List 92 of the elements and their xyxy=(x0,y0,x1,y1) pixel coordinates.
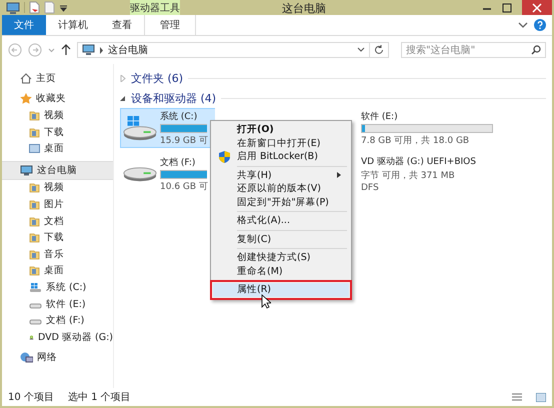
folder-icon xyxy=(29,232,40,244)
chevron-down-icon[interactable] xyxy=(518,21,528,29)
up-arrow-icon[interactable] xyxy=(61,44,71,56)
drive-name: 文档 (F:) xyxy=(160,156,196,168)
drive-name: 系统 (C:) xyxy=(160,110,198,122)
computer-icon xyxy=(20,164,33,176)
expander-icon xyxy=(120,94,126,102)
context-tab-header: 驱动器工具 xyxy=(130,0,180,15)
submenu-arrow-icon xyxy=(337,172,341,178)
menu-item[interactable]: 重命名(M) xyxy=(213,264,349,278)
close-icon xyxy=(532,2,542,12)
details-view-icon[interactable] xyxy=(512,392,522,402)
mouse-cursor-icon xyxy=(261,294,271,308)
computer-icon xyxy=(82,44,95,56)
selection-count: 选中 1 个项目 xyxy=(68,390,131,404)
free-space-label: 7.8 GB 可用，共 18.0 GB xyxy=(361,134,470,146)
menu-item[interactable]: 创建快捷方式(S) xyxy=(213,251,349,264)
sidebar-item[interactable]: 图片 xyxy=(2,196,113,213)
sidebar-item[interactable]: 系统 (C:) xyxy=(2,279,113,296)
folder-icon xyxy=(29,216,40,227)
menu-item[interactable]: 打开(O) xyxy=(213,123,349,136)
sidebar-item[interactable]: 收藏夹 xyxy=(2,90,113,108)
network-icon xyxy=(20,352,33,364)
expander-icon xyxy=(120,74,126,82)
document-icon[interactable] xyxy=(29,1,40,14)
ribbon-tab[interactable]: 计算机 xyxy=(46,15,100,35)
menu-item[interactable]: 共享(H) xyxy=(213,168,349,182)
sidebar-item[interactable]: 桌面 xyxy=(2,262,113,280)
drive-name: VD 驱动器 (G:) UEFI+BIOS xyxy=(361,156,476,168)
sidebar-item[interactable]: 下载 xyxy=(2,124,113,140)
folder-icon xyxy=(29,198,40,210)
drive-name: 软件 (E:) xyxy=(361,110,398,122)
sidebar-item[interactable]: 桌面 xyxy=(2,140,113,157)
drive-tile[interactable]: 软件 (E:) 7.8 GB 可用，共 18.0 GB xyxy=(360,108,545,148)
usage-bar xyxy=(160,170,207,178)
menu-item[interactable]: 还原以前的版本(V) xyxy=(213,182,349,196)
folder-icon xyxy=(29,182,40,194)
sidebar-item[interactable]: 文档 (F:) xyxy=(2,312,113,329)
sidebar-item[interactable]: 视频 xyxy=(2,107,113,124)
menu-item[interactable]: 格式化(A)... xyxy=(213,214,349,228)
group-header[interactable]: 文件夹 (6) xyxy=(120,68,546,88)
menu-item[interactable]: 复制(C) xyxy=(213,232,349,246)
computer-icon[interactable] xyxy=(6,2,20,14)
sidebar-item[interactable]: DVD 驱动器 (G:) xyxy=(2,328,113,346)
sidebar-item[interactable]: 主页 xyxy=(2,70,113,87)
tiles-view-icon[interactable] xyxy=(536,392,546,402)
search-icon xyxy=(531,45,541,55)
home-icon xyxy=(20,72,32,84)
maximize-icon[interactable] xyxy=(502,2,512,12)
sidebar-item[interactable]: 文档 xyxy=(2,212,113,230)
menu-item[interactable]: 固定到"开始"屏幕(P) xyxy=(213,196,349,209)
dropdown-icon[interactable] xyxy=(59,4,68,12)
drive-tile[interactable]: 文档 (F:) 10.6 GB 可 xyxy=(120,154,215,194)
sidebar-item[interactable]: 这台电脑 xyxy=(2,160,113,180)
ribbon-tab[interactable]: 查看 xyxy=(100,15,144,35)
sidebar-item[interactable]: 视频 xyxy=(2,180,113,196)
folder-icon xyxy=(29,248,40,260)
folder-icon xyxy=(29,265,40,276)
file-system-label: DFS xyxy=(361,183,379,193)
drive-icon xyxy=(29,282,42,293)
window-title: 这台电脑 xyxy=(282,1,326,16)
ribbon-tab[interactable]: 文件 xyxy=(2,15,46,35)
free-space-label: 10.6 GB 可 xyxy=(160,180,208,192)
sidebar-item[interactable]: 软件 (E:) xyxy=(2,296,113,312)
ribbon-tab[interactable]: 管理 xyxy=(144,15,196,35)
star-icon xyxy=(20,93,32,104)
drive-tile[interactable]: 系统 (C:) 15.9 GB 可 xyxy=(120,108,215,148)
sidebar-item[interactable]: 网络 xyxy=(2,350,113,366)
menu-item[interactable]: 在新窗口中打开(E) xyxy=(213,136,349,150)
drive-tile[interactable]: VD 驱动器 (G:) UEFI+BIOS 字节 可用，共 371 MB DFS xyxy=(360,154,545,194)
help-icon[interactable] xyxy=(534,19,546,31)
folder-icon xyxy=(29,110,40,121)
close-button[interactable] xyxy=(522,0,552,15)
group-header[interactable]: 设备和驱动器 (4) xyxy=(120,88,546,108)
menu-item[interactable]: 启用 BitLocker(B) xyxy=(213,150,349,164)
shield-icon xyxy=(219,150,230,163)
hard-drive-icon xyxy=(123,166,157,182)
caret-icon[interactable] xyxy=(357,47,365,53)
sidebar-item[interactable]: 下载 xyxy=(2,229,113,246)
item-count: 10 个项目 xyxy=(8,391,54,404)
sidebar-item[interactable]: 音乐 xyxy=(2,246,113,263)
free-space-label: 15.9 GB 可 xyxy=(160,134,208,146)
menu-item[interactable]: 属性(R) xyxy=(213,283,349,296)
hard-drive-icon xyxy=(123,116,157,140)
chevron-right-icon xyxy=(99,46,104,54)
search-field[interactable]: 搜索"这台电脑" xyxy=(401,42,546,58)
address-field[interactable]: 这台电脑 xyxy=(77,42,389,58)
desktop-icon xyxy=(29,143,40,154)
folder-icon xyxy=(29,126,40,138)
usage-bar xyxy=(160,124,207,132)
refresh-icon[interactable] xyxy=(374,45,384,55)
free-space-label: 字节 可用，共 371 MB xyxy=(361,170,455,182)
